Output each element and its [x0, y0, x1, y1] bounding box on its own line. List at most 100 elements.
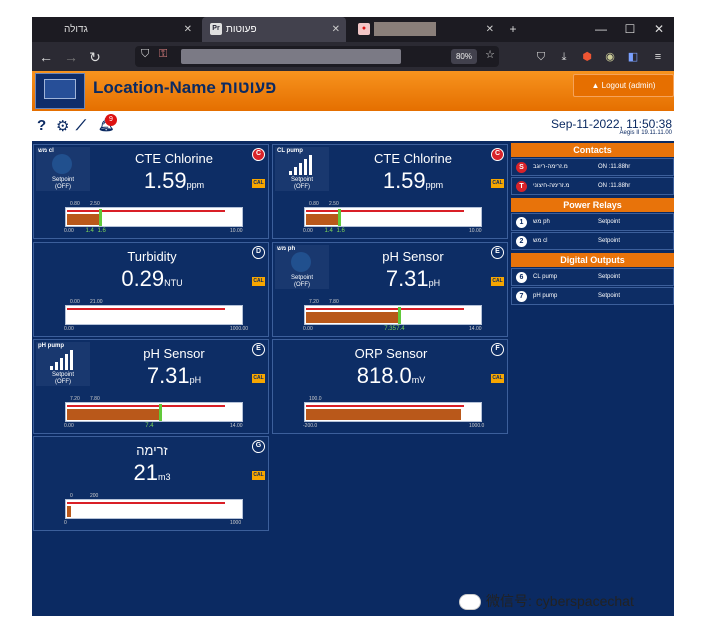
sensor-tile[interactable]: מש cl Setpoint (OFF) CTE Chlorine 1.59ppm C CA…: [33, 144, 269, 239]
help-icon[interactable]: ?: [37, 117, 46, 134]
settings-gear-icon[interactable]: ⚙: [56, 117, 69, 135]
minimize-icon[interactable]: —: [586, 17, 616, 42]
contact-row-s[interactable]: S מ.זרימה-ריוגב ON :11.88hr: [511, 158, 674, 176]
level-gauge: [65, 402, 243, 422]
extension-icon-2[interactable]: ◧: [624, 48, 642, 66]
sensor-unit: NTU: [164, 278, 183, 288]
sensor-tile[interactable]: זרימה 21m3 G CAL 0 200 0 1000: [33, 436, 269, 531]
gauge-limit-label: 200: [90, 493, 99, 499]
menu-icon[interactable]: ≡: [649, 48, 667, 66]
gauge-limit-label: 7.20: [309, 299, 319, 305]
sensor-tile[interactable]: מש ph Setpoint (OFF) pH Sensor 7.31pH E CAL 7.2…: [272, 242, 508, 337]
close-window-icon[interactable]: ✕: [644, 17, 674, 42]
gauge-limit-label: 7.80: [90, 396, 100, 402]
firmware-version: Aegis II 19.11.11.00: [619, 130, 672, 136]
close-tab-icon[interactable]: ✕: [184, 17, 192, 42]
shield-icon[interactable]: ⛉: [141, 48, 149, 61]
lock-icon[interactable]: ⚿: [159, 48, 167, 61]
level-bar: [67, 506, 71, 517]
new-tab-icon[interactable]: +: [498, 17, 528, 42]
site-favicon-icon: ●: [358, 23, 370, 36]
relay-row-2[interactable]: 2 מש cl Setpoint: [511, 232, 674, 250]
contact-num: T: [516, 181, 527, 192]
gauge-scale-label: 1000.0: [469, 423, 485, 429]
output-state: Setpoint (OFF): [275, 177, 329, 191]
relay-row-1[interactable]: 1 מש ph Setpoint: [511, 213, 674, 231]
channel-badge: C: [491, 148, 504, 161]
output-mini-panel[interactable]: CL pump Setpoint (OFF): [275, 147, 329, 191]
calibrate-button[interactable]: CAL: [252, 277, 265, 286]
zoom-level[interactable]: 80%: [451, 49, 477, 64]
output-state: Setpoint (OFF): [275, 275, 329, 289]
contact-row-t[interactable]: T מ.זרימה-חיצוני ON :11.88hr: [511, 177, 674, 195]
gauge-limit-label: 7.20: [70, 396, 80, 402]
calibrate-button[interactable]: CAL: [252, 374, 265, 383]
sensor-tile[interactable]: ORP Sensor 818.0mV F CAL 100.0 -200.0 1000.0: [272, 339, 508, 434]
gauge-scale-label: 14.00: [469, 326, 482, 332]
calibrate-button[interactable]: CAL: [491, 277, 504, 286]
reload-icon[interactable]: ↻: [85, 47, 105, 67]
back-icon[interactable]: ←: [36, 47, 56, 67]
setpoint-label: Setpoint: [290, 275, 314, 281]
tab-3[interactable]: ● ✕: [350, 17, 500, 42]
download-icon[interactable]: ⤓: [555, 48, 573, 66]
level-gauge: [65, 499, 243, 519]
sensor-name: pH Sensor: [143, 346, 205, 361]
trend-chart-icon[interactable]: ⟋: [76, 117, 86, 134]
pump-level-icon: [289, 154, 313, 175]
app-header: Location-Name פעוטות ▲ Logout (admin): [32, 71, 674, 111]
sensor-value: 21: [133, 460, 158, 485]
output-row-6[interactable]: 6 CL pump Setpoint: [511, 268, 674, 286]
sensor-tile[interactable]: CL pump Setpoint (OFF) CTE Chlorine 1.59ppm C…: [272, 144, 508, 239]
gauge-limit-label: 100.0: [309, 396, 322, 402]
extension-icon[interactable]: ◉: [601, 48, 619, 66]
logout-label: Logout (admin): [601, 81, 656, 90]
output-mini-panel[interactable]: מש ph Setpoint (OFF): [275, 245, 329, 289]
sensor-tile[interactable]: Turbidity 0.29NTU D CAL 0.00 21.00 0.00 1000.00: [33, 242, 269, 337]
sensor-tile[interactable]: pH pump Setpoint (OFF) pH Sensor 7.31pH E CAL 7…: [33, 339, 269, 434]
screenshot: גדולה ✕ Pr פעוטות ✕ ● ✕ + — ☐ ✕ ← → ↻ ⛉ ⚿…: [0, 0, 702, 635]
output-state: Setpoint (OFF): [36, 372, 90, 386]
sensor-name: Turbidity: [127, 249, 177, 264]
output-row-7[interactable]: 7 pH pump Setpoint: [511, 287, 674, 305]
sensor-reading: 0.29NTU: [34, 266, 270, 292]
gauge-scale-label: 1000.00: [230, 326, 249, 332]
output-value: Setpoint: [598, 274, 621, 280]
close-tab-icon[interactable]: ✕: [486, 17, 494, 42]
sensor-value: 7.31: [385, 266, 429, 291]
alarm-limit-line: [306, 210, 465, 212]
gauge-scale-label: 10.00: [469, 228, 482, 234]
gauge-limit-label: 0.00: [70, 299, 80, 305]
calibrate-button[interactable]: CAL: [252, 179, 265, 188]
contact-name: מ.זרימה-חיצוני: [533, 183, 570, 189]
calibrate-button[interactable]: CAL: [252, 471, 265, 480]
output-num: 6: [516, 272, 527, 283]
browser-window: גדולה ✕ Pr פעוטות ✕ ● ✕ + — ☐ ✕ ← → ↻ ⛉ ⚿…: [32, 17, 674, 616]
maximize-icon[interactable]: ☐: [615, 17, 645, 42]
level-bar: [67, 409, 159, 420]
output-mini-panel[interactable]: pH pump Setpoint (OFF): [36, 342, 90, 386]
setpoint-label: Setpoint: [51, 372, 75, 378]
ublock-icon[interactable]: ⬢: [578, 48, 596, 66]
alarm-limit-line: [67, 502, 226, 504]
relay-num: 2: [516, 236, 527, 247]
close-tab-icon[interactable]: ✕: [332, 17, 340, 42]
pocket-icon[interactable]: ⛉: [532, 48, 550, 66]
output-mini-panel[interactable]: מש cl Setpoint (OFF): [36, 147, 90, 191]
forward-icon[interactable]: →: [61, 47, 81, 67]
logout-button[interactable]: ▲ Logout (admin): [573, 74, 674, 97]
calibrate-button[interactable]: CAL: [491, 179, 504, 188]
bookmark-star-icon[interactable]: ☆: [485, 48, 495, 61]
tab-1[interactable]: גדולה ✕: [38, 17, 198, 42]
tab-2[interactable]: Pr פעוטות ✕: [202, 17, 346, 42]
address-bar[interactable]: ⛉ ⚿ 80% ☆: [135, 46, 499, 67]
tab-bar: גדולה ✕ Pr פעוטות ✕ ● ✕ + — ☐ ✕: [32, 17, 674, 42]
gauge-scale-label: 1.4: [85, 228, 94, 234]
contact-value: ON :11.88hr: [598, 183, 631, 189]
gauge-scale-label: 0: [64, 520, 67, 526]
gauge-scale-label: 1.4: [324, 228, 333, 234]
tab-2-label: פעוטות: [226, 24, 257, 35]
output-num: 7: [516, 291, 527, 302]
gauge-scale-label: 14.00: [230, 423, 243, 429]
calibrate-button[interactable]: CAL: [491, 374, 504, 383]
